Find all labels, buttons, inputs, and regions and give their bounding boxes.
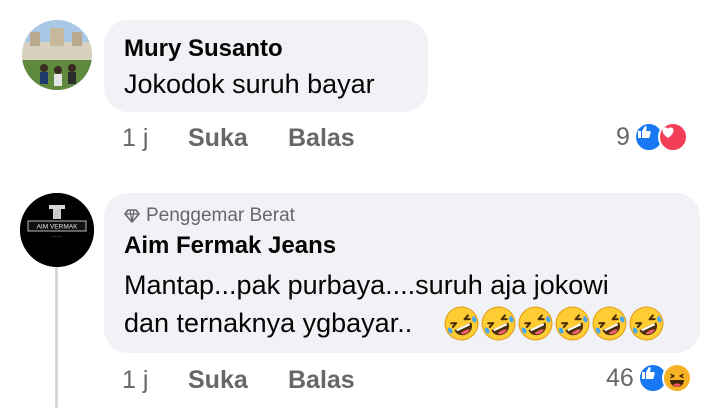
comment-time[interactable]: 1 j xyxy=(122,124,148,153)
rolling-laughing-emoji xyxy=(629,306,664,341)
brand-logo: AIM VERMAK ——— xyxy=(20,193,94,267)
comment-text-line-2: dan ternaknya ygbayar.. xyxy=(124,308,413,338)
logo-text: AIM VERMAK xyxy=(37,224,78,231)
comment-author[interactable]: Mury Susanto xyxy=(124,35,283,63)
comment-bubble: Mury Susanto Jokodok suruh bayar xyxy=(104,20,428,112)
badge-label: Penggemar Berat xyxy=(146,205,295,226)
rolling-laughing-emoji xyxy=(444,306,479,341)
reply-button[interactable]: Balas xyxy=(288,366,355,395)
comment-time[interactable]: 1 j xyxy=(122,366,148,395)
haha-icon xyxy=(661,363,692,393)
diamond-icon xyxy=(124,209,140,223)
rolling-laughing-emoji xyxy=(481,306,516,341)
comment-text: Jokodok suruh bayar xyxy=(124,69,375,99)
comment-text-line-1: Mantap...pak purbaya....suruh aja jokowi xyxy=(124,270,609,300)
reaction-summary[interactable]: 46 xyxy=(606,361,692,395)
avatar[interactable]: AIM VERMAK ——— xyxy=(20,193,94,267)
thread-line xyxy=(55,267,58,408)
like-button[interactable]: Suka xyxy=(188,366,248,395)
avatar[interactable] xyxy=(22,20,92,90)
rolling-laughing-emoji xyxy=(518,306,553,341)
profile-photo xyxy=(22,20,92,90)
emoji-row xyxy=(443,305,665,342)
reaction-count: 46 xyxy=(606,363,634,392)
reply-button[interactable]: Balas xyxy=(288,124,355,153)
like-button[interactable]: Suka xyxy=(188,124,248,153)
rolling-laughing-emoji xyxy=(555,306,590,341)
love-icon xyxy=(657,122,688,152)
comment-author[interactable]: Aim Fermak Jeans xyxy=(124,232,336,260)
reaction-count: 9 xyxy=(616,122,630,151)
rolling-laughing-emoji xyxy=(592,306,627,341)
top-fan-badge[interactable]: Penggemar Berat xyxy=(124,205,295,227)
svg-text:———: ——— xyxy=(52,234,63,238)
reaction-summary[interactable]: 9 xyxy=(616,120,688,154)
